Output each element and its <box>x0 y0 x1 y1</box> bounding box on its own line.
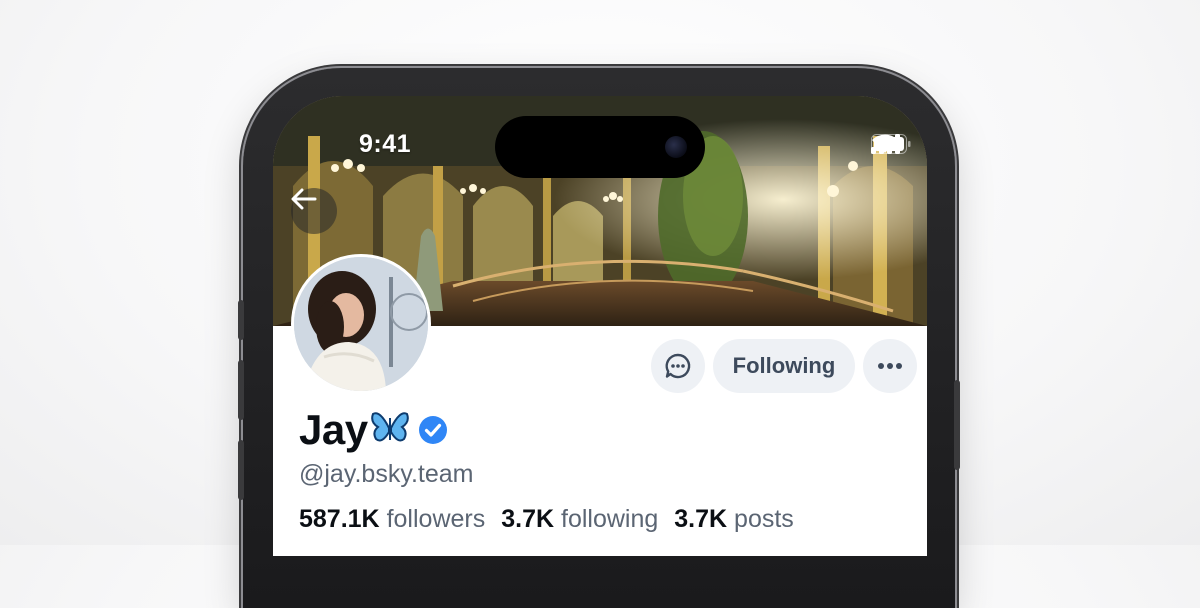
dynamic-island <box>495 116 705 178</box>
handle: @jay.bsky.team <box>299 460 474 488</box>
more-options-button[interactable] <box>863 339 917 393</box>
verified-check-icon[interactable] <box>418 415 448 445</box>
display-name: Jay <box>299 406 368 453</box>
avatar-image <box>294 257 428 391</box>
display-name-row: Jay <box>299 406 448 454</box>
back-arrow-icon <box>291 188 317 210</box>
profile-actions: Following <box>651 339 917 393</box>
posts-label: posts <box>734 505 794 533</box>
message-button[interactable] <box>651 339 705 393</box>
followers-count: 587.1K <box>299 505 380 533</box>
posts-stat: 3.7K posts <box>674 505 794 534</box>
following-stat[interactable]: 3.7K following <box>501 505 658 534</box>
followers-label: followers <box>386 505 486 533</box>
phone-side-button <box>954 380 960 470</box>
phone-side-button <box>238 360 244 420</box>
front-camera <box>665 136 687 158</box>
phone-side-button <box>238 300 244 340</box>
following-button[interactable]: Following <box>713 339 855 393</box>
posts-count: 3.7K <box>674 505 728 533</box>
following-count: 3.7K <box>501 505 555 533</box>
status-time: 9:41 <box>359 130 412 158</box>
followers-stat[interactable]: 587.1K followers <box>299 505 485 534</box>
chat-bubble-icon <box>665 353 691 379</box>
avatar[interactable] <box>291 254 431 394</box>
phone-screen: 9:41 Following Jay @jay.bsky.team 587.1K… <box>273 96 927 556</box>
following-label: following <box>561 505 659 533</box>
butterfly-icon <box>370 412 409 442</box>
phone-side-button <box>238 440 244 500</box>
back-button[interactable] <box>291 188 337 234</box>
battery-icon <box>871 134 911 154</box>
more-horizontal-icon <box>878 363 902 369</box>
profile-stats: 587.1K followers 3.7K following 3.7K pos… <box>299 505 794 534</box>
